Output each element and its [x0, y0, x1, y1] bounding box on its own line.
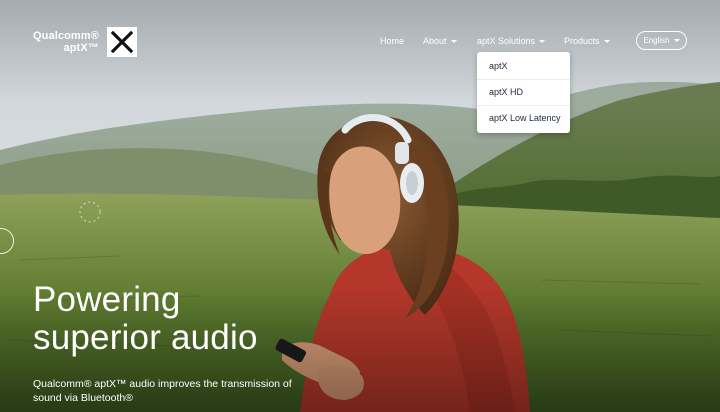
chevron-down-icon — [450, 40, 457, 44]
nav-item-label: Products — [564, 36, 600, 46]
chevron-down-icon — [673, 39, 680, 42]
nav-item-label: Home — [380, 36, 405, 46]
dropdown-item-aptx[interactable]: aptX — [477, 54, 570, 80]
nav-item-aptx-solutions[interactable]: aptX Solutions — [477, 36, 546, 46]
dropdown-item-aptx-hd[interactable]: aptX HD — [477, 80, 570, 106]
aptx-solutions-dropdown: aptX aptX HD aptX Low Latency — [477, 52, 570, 133]
brand-wordmark: Qualcomm® aptX™ — [33, 30, 99, 54]
chevron-down-icon — [603, 40, 610, 44]
brand-line-1: Qualcomm® — [33, 30, 99, 42]
hero-subtext: Qualcomm® aptX™ audio improves the trans… — [33, 378, 292, 404]
x-icon — [106, 27, 137, 57]
hero-headline-line-1: Powering — [33, 280, 181, 319]
nav-item-label: aptX Solutions — [477, 36, 536, 46]
hero-headline-line-2: superior audio — [33, 318, 258, 357]
language-label: English — [643, 36, 670, 45]
brand-logo[interactable]: Qualcomm® aptX™ — [33, 27, 137, 57]
hero-headline: Powering superior audio — [33, 281, 258, 357]
nav-item-home[interactable]: Home — [380, 36, 404, 46]
chevron-down-icon — [539, 40, 546, 44]
brand-line-2: aptX™ — [63, 42, 99, 54]
language-selector[interactable]: English — [636, 31, 687, 50]
nav-item-about[interactable]: About — [423, 36, 457, 46]
nav-item-products[interactable]: Products — [564, 36, 610, 46]
nav-item-label: About — [423, 36, 447, 46]
dropdown-item-aptx-low-latency[interactable]: aptX Low Latency — [477, 106, 570, 131]
